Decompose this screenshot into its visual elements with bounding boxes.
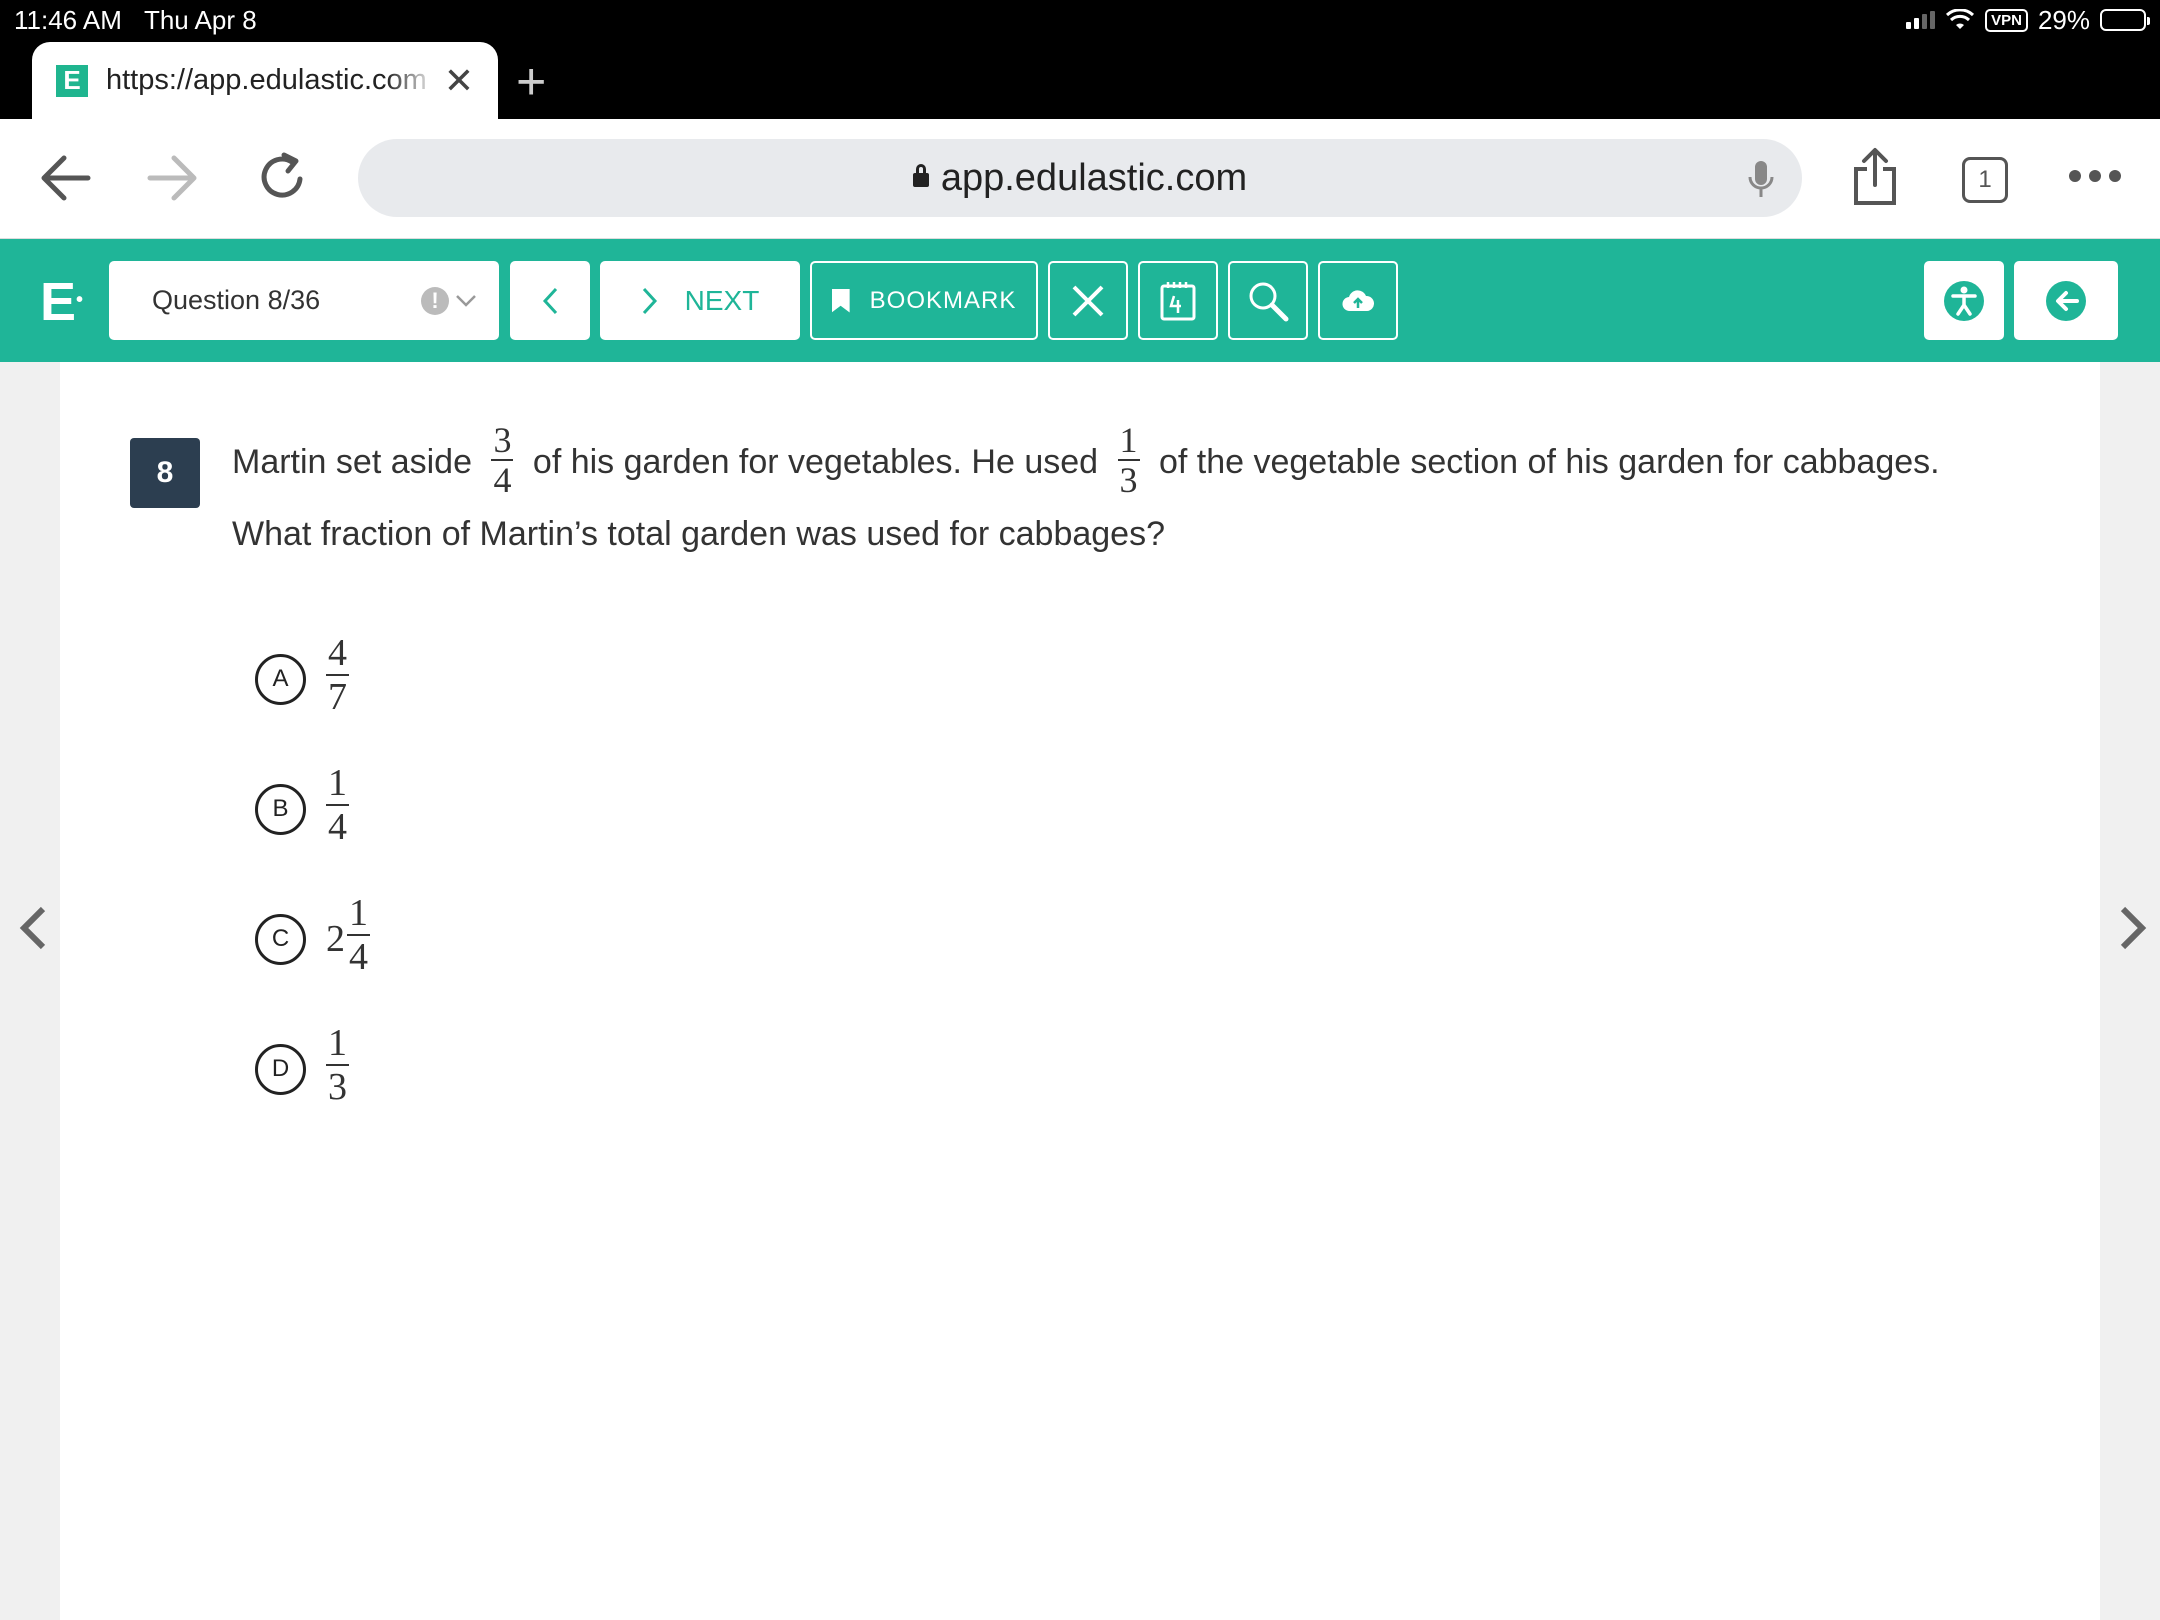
assessment-toolbar: E• Question 8/36 ! NEXT BOOKMARK [0, 239, 2160, 362]
fraction-one-third: 13 [1117, 420, 1140, 500]
question-selector[interactable]: Question 8/36 ! [109, 261, 499, 340]
question-text-part1: Martin set aside [232, 442, 472, 481]
tab-title: https://app.edulastic.com [106, 64, 427, 96]
next-label: NEXT [684, 284, 760, 316]
battery-percent: 29% [2037, 4, 2090, 35]
question-number-badge: 8 [130, 438, 200, 508]
browser-toolbar: app.edulastic.com 1 [0, 119, 2160, 239]
accessibility-icon [1944, 280, 1984, 321]
browser-tab[interactable]: E https://app.edulastic.com ✕ [32, 42, 498, 119]
option-c-fraction: 14 [347, 892, 370, 978]
tab-close-icon[interactable]: ✕ [444, 60, 474, 102]
status-right: VPN 29% [1906, 4, 2150, 36]
exit-icon [2046, 280, 2086, 321]
magnifier-icon [1249, 282, 1289, 321]
chevron-right-icon[interactable] [2118, 905, 2148, 951]
option-d-fraction: 13 [326, 1022, 349, 1108]
more-icon[interactable] [2068, 169, 2122, 183]
battery-icon [2100, 9, 2150, 31]
lock-icon [912, 164, 929, 187]
option-a[interactable]: A 47 [255, 632, 349, 722]
reload-icon[interactable] [258, 149, 308, 203]
status-time: 11:46 AM [14, 4, 122, 35]
forward-arrow-icon[interactable] [146, 153, 200, 203]
option-a-fraction: 47 [326, 632, 349, 718]
tab-count-button[interactable]: 1 [1962, 157, 2008, 203]
close-icon [1072, 285, 1104, 316]
wifi-icon [1946, 9, 1975, 29]
option-b-bubble[interactable]: B [255, 783, 306, 835]
new-tab-icon[interactable]: + [516, 52, 546, 112]
option-c-bubble[interactable]: C [255, 913, 306, 965]
edulastic-favicon-icon: E [56, 64, 88, 97]
question-selector-label: Question 8/36 [152, 285, 321, 315]
question-stem: Martin set aside 34 of his garden for ve… [232, 421, 2012, 565]
option-c[interactable]: C 2 14 [255, 892, 370, 982]
option-a-bubble[interactable]: A [255, 653, 306, 705]
previous-question-button[interactable] [510, 261, 590, 340]
cellular-signal-icon [1906, 11, 1936, 29]
tab-strip: E https://app.edulastic.com ✕ + [0, 40, 2160, 119]
exit-button[interactable] [2014, 261, 2118, 340]
option-b[interactable]: B 14 [255, 762, 349, 852]
accessibility-button[interactable] [1924, 261, 2004, 340]
calculator-icon [1160, 281, 1196, 320]
option-b-fraction: 14 [326, 762, 349, 848]
warning-icon: ! [421, 286, 449, 315]
cloud-upload-icon [1342, 289, 1374, 311]
mic-icon[interactable] [1748, 159, 1774, 199]
address-url: app.edulastic.com [940, 156, 1248, 199]
chevron-left-icon[interactable] [18, 905, 48, 951]
share-icon[interactable] [1852, 147, 1898, 207]
question-text-part2: of his garden for vegetables. He used [532, 442, 1099, 481]
bookmark-icon [831, 288, 850, 313]
back-arrow-icon[interactable] [38, 153, 92, 203]
status-date: Thu Apr 8 [143, 4, 257, 35]
chevron-right-icon [642, 287, 657, 314]
fraction-three-fourths: 34 [491, 420, 514, 500]
option-d[interactable]: D 13 [255, 1022, 349, 1112]
calculator-button[interactable] [1138, 261, 1218, 340]
option-d-bubble[interactable]: D [255, 1043, 306, 1095]
address-bar[interactable]: app.edulastic.com [358, 139, 1802, 217]
upload-button[interactable] [1318, 261, 1398, 340]
option-c-whole: 2 [326, 918, 345, 960]
status-bar: 11:46 AM Thu Apr 8 VPN 29% [0, 0, 2160, 40]
next-button[interactable]: NEXT [600, 261, 800, 340]
eliminate-answer-button[interactable] [1048, 261, 1128, 340]
bookmark-label: BOOKMARK [869, 286, 1017, 314]
chevron-left-icon [542, 287, 558, 314]
magnifier-button[interactable] [1228, 261, 1308, 340]
bookmark-button[interactable]: BOOKMARK [810, 261, 1038, 340]
vpn-badge: VPN [1985, 8, 2028, 32]
edulastic-logo: E• [40, 272, 84, 332]
chevron-down-icon [456, 294, 476, 307]
